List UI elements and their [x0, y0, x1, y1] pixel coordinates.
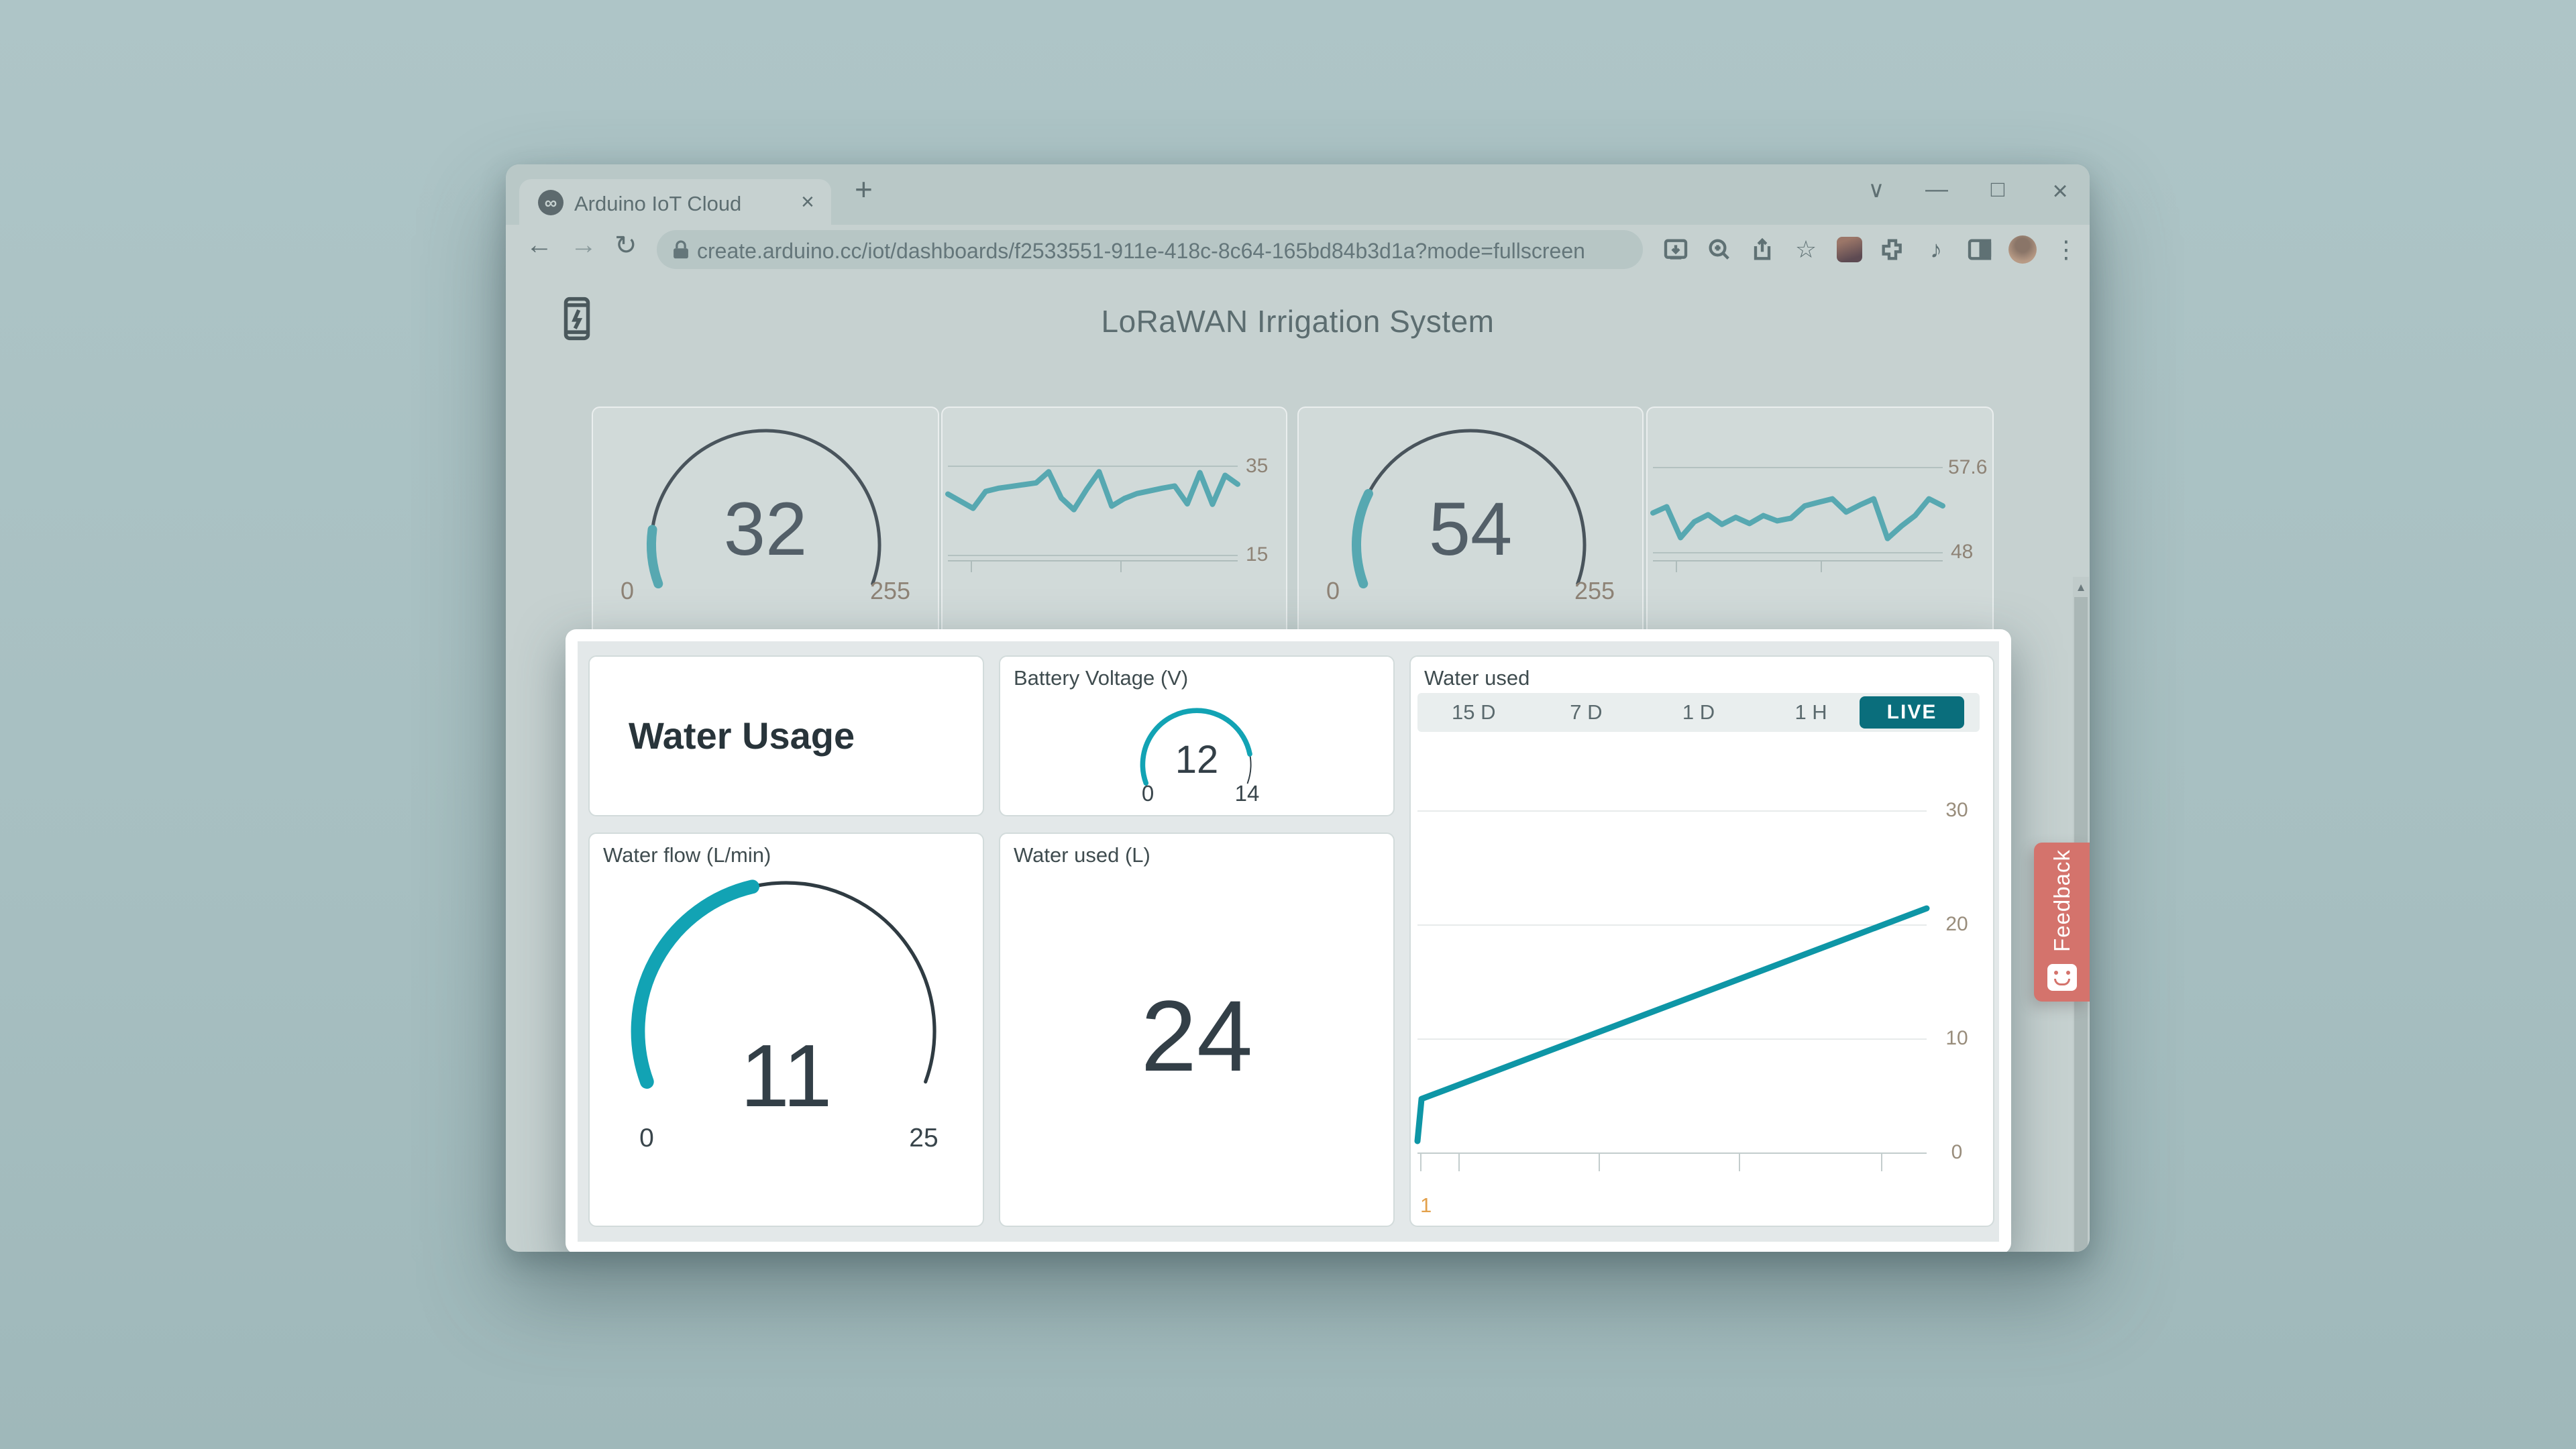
water-chart-plot	[1417, 771, 1927, 1154]
group-title: Water Usage	[629, 714, 855, 757]
desktop-background: ∞ Arduino IoT Cloud × + ∨ — □ × ← → ↻ cr…	[0, 0, 2576, 1449]
smiley-bubble-icon	[2047, 964, 2077, 991]
dashboard-header: LoRaWAN Irrigation System	[506, 275, 2090, 366]
chart-a-plot	[948, 408, 1238, 561]
gauge-a-value: 32	[593, 486, 938, 572]
chart-a-ylabel-top: 35	[1246, 455, 1268, 478]
ylabel-20: 20	[1933, 913, 1980, 936]
address-bar[interactable]: create.arduino.cc/iot/dashboards/f253355…	[657, 230, 1643, 269]
gauge-a-max: 255	[850, 577, 930, 605]
close-button[interactable]: ×	[2040, 176, 2080, 207]
panel-water-used-value[interactable]: Water used (L) 24	[999, 833, 1395, 1227]
arduino-favicon-icon: ∞	[538, 190, 564, 215]
scroll-up-icon[interactable]: ▲	[2073, 581, 2089, 594]
tab-strip: ∞ Arduino IoT Cloud × + ∨ — □ ×	[506, 164, 2090, 225]
range-15d-button[interactable]: 15 D	[1417, 700, 1530, 724]
water-used-label: Water used (L)	[1014, 843, 1150, 867]
feedback-label: Feedback	[2049, 849, 2075, 952]
tab-close-icon[interactable]: ×	[801, 189, 814, 215]
browser-toolbar: ← → ↻ create.arduino.cc/iot/dashboards/f…	[506, 225, 2090, 275]
url-text: create.arduino.cc/iot/dashboards/f253355…	[697, 239, 1585, 264]
tab-title: Arduino IoT Cloud	[574, 192, 741, 216]
forward-icon[interactable]: →	[570, 230, 597, 260]
toolbar-icons: ☆ ♪ ⋮	[1660, 229, 2082, 270]
new-tab-button[interactable]: +	[855, 171, 873, 207]
ylabel-30: 30	[1933, 799, 1980, 822]
reload-icon[interactable]: ↻	[614, 230, 637, 261]
extensions-puzzle-icon[interactable]	[1876, 233, 1909, 266]
share-icon[interactable]	[1746, 233, 1778, 266]
tab-search-icon[interactable]: ∨	[1856, 176, 1896, 203]
panel-water-used-chart[interactable]: Water used 15 D 7 D 1 D 1 H . LIVE 30 20	[1409, 655, 1994, 1227]
zoom-icon[interactable]	[1703, 233, 1735, 266]
battery-value: 12	[1000, 737, 1393, 782]
battery-min: 0	[1124, 781, 1171, 806]
battery-label: Battery Voltage (V)	[1014, 666, 1188, 690]
xaxis-start-label: 1	[1420, 1193, 1432, 1218]
widget-gauge-b: 54 0 255	[1297, 407, 1644, 665]
feedback-button[interactable]: Feedback	[2034, 843, 2090, 1002]
gauge-b-max: 255	[1554, 577, 1635, 605]
widget-gauge-a: 32 0 255	[592, 407, 939, 665]
gauge-b-value: 54	[1299, 486, 1642, 572]
battery-max: 14	[1224, 781, 1271, 806]
install-app-icon[interactable]	[1660, 233, 1692, 266]
chart-b-ylabel-top: 57.6	[1948, 456, 1987, 479]
widget-chart-b: 57.6 48	[1646, 407, 1994, 665]
water-flow-max: 25	[897, 1124, 951, 1153]
water-flow-value: 11	[590, 1025, 983, 1126]
panel-water-usage-title[interactable]: Water Usage	[588, 655, 984, 816]
range-1h-button[interactable]: 1 H	[1755, 700, 1868, 724]
maximize-button[interactable]: □	[1978, 176, 2018, 203]
panel-battery-voltage[interactable]: Battery Voltage (V) 12 0 14	[999, 655, 1395, 816]
menu-kebab-icon[interactable]: ⋮	[2050, 233, 2082, 266]
gauge-a-min: 0	[600, 577, 654, 605]
media-playlist-icon[interactable]: ♪	[1920, 233, 1952, 266]
ylabel-10: 10	[1933, 1027, 1980, 1050]
range-1d-button[interactable]: 1 D	[1642, 700, 1755, 724]
browser-window: ∞ Arduino IoT Cloud × + ∨ — □ × ← → ↻ cr…	[506, 164, 2090, 1252]
water-usage-group-highlight: Water Usage Battery Voltage (V) 12 0 14 …	[566, 629, 2011, 1252]
back-icon[interactable]: ←	[526, 230, 553, 260]
page-title: LoRaWAN Irrigation System	[506, 303, 2090, 339]
gauge-b-min: 0	[1306, 577, 1360, 605]
water-chart-label: Water used	[1424, 666, 1529, 690]
ylabel-0: 0	[1933, 1141, 1980, 1164]
profile-avatar[interactable]	[2006, 233, 2039, 266]
tab-arduino-iot-cloud[interactable]: ∞ Arduino IoT Cloud ×	[519, 179, 831, 225]
side-panel-icon[interactable]	[1964, 233, 1996, 266]
chart-a-ylabel-bottom: 15	[1246, 543, 1268, 566]
range-7d-button[interactable]: 7 D	[1530, 700, 1643, 724]
water-used-value: 24	[1000, 978, 1393, 1094]
chart-b-plot	[1653, 408, 1943, 561]
widget-chart-a: 35 15	[941, 407, 1287, 665]
water-flow-min: 0	[620, 1124, 674, 1153]
bookmark-star-icon[interactable]: ☆	[1790, 233, 1822, 266]
range-live-button[interactable]: LIVE	[1860, 696, 1964, 729]
lock-icon	[672, 240, 690, 260]
extension-badge-icon[interactable]	[1833, 233, 1866, 266]
panel-water-flow[interactable]: Water flow (L/min) 11 0 25	[588, 833, 984, 1227]
chart-b-ylabel-bottom: 48	[1951, 541, 1973, 564]
minimize-button[interactable]: —	[1917, 176, 1957, 203]
